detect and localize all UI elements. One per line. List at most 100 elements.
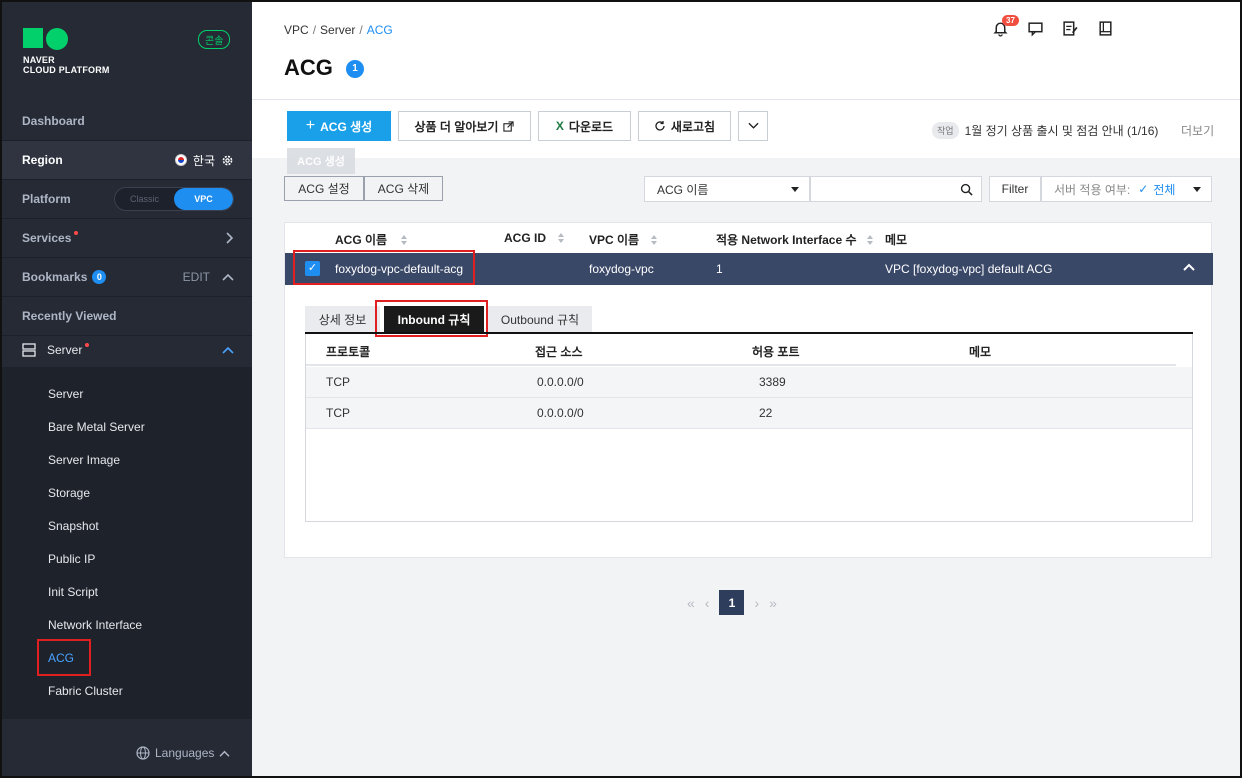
search-icon[interactable] — [960, 183, 973, 196]
acg-settings-button[interactable]: ACG 설정 — [284, 176, 364, 201]
sidebar-group-server[interactable]: Server — [2, 330, 252, 369]
sidebar-item-dashboard[interactable]: Dashboard — [2, 102, 252, 141]
page-number-current[interactable]: 1 — [719, 590, 745, 615]
caret-down-icon — [791, 187, 799, 192]
download-label: 다운로드 — [568, 119, 614, 134]
sidebar-item-bare-metal-server[interactable]: Bare Metal Server — [48, 420, 145, 434]
breadcrumb-vpc[interactable]: VPC — [284, 23, 309, 37]
learn-more-button[interactable]: 상품 더 알아보기 — [398, 111, 531, 141]
sidebar-item-public-ip[interactable]: Public IP — [48, 552, 95, 566]
column-label: 메모 — [885, 233, 908, 247]
refresh-button[interactable]: 새로고침 — [638, 111, 731, 141]
sidebar-item-network-interface[interactable]: Network Interface — [48, 618, 142, 632]
server-group-label: Server — [47, 342, 83, 357]
sidebar-item-services[interactable]: Services — [2, 219, 252, 258]
pagination: « ‹ 1 › » — [687, 590, 777, 615]
sidebar-item-server[interactable]: Server — [48, 387, 83, 401]
sort-icon — [401, 234, 408, 245]
learn-more-label: 상품 더 알아보기 — [414, 119, 499, 134]
rule-protocol: TCP — [326, 375, 350, 389]
chevron-up-icon — [219, 750, 230, 757]
notice-text: 1월 정기 상품 출시 및 점검 안내 (1/16) — [964, 124, 1159, 138]
check-icon: ✓ — [1138, 182, 1149, 196]
notification-button[interactable]: 37 — [992, 15, 1019, 37]
breadcrumb-acg[interactable]: ACG — [367, 23, 393, 37]
column-ni-count[interactable]: 적용 Network Interface 수 — [716, 231, 874, 248]
rule-port: 22 — [759, 406, 773, 420]
platform-toggle[interactable]: Classic VPC — [114, 187, 234, 211]
main-content: VPC / Server / ACG ACG 1 37 + ACG 생성 상품 … — [252, 2, 1240, 776]
download-button[interactable]: X 다운로드 — [538, 111, 631, 141]
page-header: VPC / Server / ACG ACG 1 37 — [252, 2, 1240, 100]
sidebar-item-server-image[interactable]: Server Image — [48, 453, 120, 467]
server-applied-label: 서버 적용 여부: — [1054, 182, 1131, 197]
column-acg-id[interactable]: ACG ID — [504, 231, 565, 245]
first-page-icon[interactable]: « — [687, 595, 695, 611]
korea-flag-icon — [174, 154, 187, 166]
sidebar-item-init-script[interactable]: Init Script — [48, 585, 98, 599]
guide-button[interactable] — [1097, 20, 1114, 37]
globe-icon — [136, 746, 150, 760]
notice-more-link[interactable]: 더보기 — [1181, 122, 1214, 139]
naver-cloud-logo[interactable]: NAVER CLOUD PLATFORM — [23, 28, 110, 75]
logo-line1: NAVER — [23, 55, 55, 65]
filter-row: ACG 설정 ACG 삭제 ACG 이름 Filter 서버 적용 여부: ✓ … — [284, 176, 1212, 202]
memo-button[interactable] — [1062, 20, 1079, 37]
search-field-select[interactable]: ACG 이름 — [644, 176, 810, 202]
column-acg-name[interactable]: ACG 이름 — [335, 231, 408, 248]
server-icon — [22, 342, 36, 357]
chevron-down-icon — [747, 122, 759, 129]
next-page-icon[interactable]: › — [754, 595, 759, 611]
table-row: TCP 0.0.0.0/0 22 — [306, 398, 1192, 429]
search-input[interactable] — [810, 176, 982, 202]
sidebar-item-region[interactable]: Region 한국 — [2, 141, 252, 180]
sidebar-item-storage[interactable]: Storage — [48, 486, 90, 500]
chevron-up-icon[interactable] — [1183, 262, 1195, 272]
highlight-box-row — [293, 250, 475, 285]
last-page-icon[interactable]: » — [769, 595, 777, 611]
prev-page-icon[interactable]: ‹ — [705, 595, 710, 611]
table-header: ACG 이름 ACG ID VPC 이름 적용 Network Interfac… — [285, 223, 1213, 253]
sort-icon — [651, 234, 658, 245]
column-vpc-name[interactable]: VPC 이름 — [589, 231, 658, 248]
sort-icon — [866, 234, 874, 245]
acg-delete-button[interactable]: ACG 삭제 — [364, 176, 443, 201]
vpc-name-cell: foxydog-vpc — [589, 262, 654, 276]
chevron-up-icon[interactable] — [222, 345, 234, 355]
server-applied-select[interactable]: 서버 적용 여부: ✓ 전체 — [1041, 176, 1212, 202]
column-memo: 메모 — [885, 231, 907, 248]
more-actions-dropdown[interactable] — [738, 111, 768, 141]
chevron-up-icon[interactable] — [222, 272, 234, 282]
excel-icon: X — [555, 119, 564, 133]
tab-outbound-rules[interactable]: Outbound 규칙 — [488, 306, 592, 332]
bookmarks-edit-link[interactable]: EDIT — [183, 270, 210, 284]
breadcrumb-server[interactable]: Server — [320, 23, 355, 37]
gear-icon[interactable] — [221, 154, 234, 167]
platform-option-vpc[interactable]: VPC — [174, 188, 233, 210]
sidebar-item-snapshot[interactable]: Snapshot — [48, 519, 99, 533]
inbound-rules-table: 프로토콜 접근 소스 허용 포트 메모 TCP 0.0.0.0/0 3389 T… — [305, 334, 1193, 522]
bookmarks-label: Bookmarks — [22, 270, 88, 284]
tab-detail-info[interactable]: 상세 정보 — [305, 306, 380, 332]
filter-label: Filter — [1001, 182, 1029, 196]
title-count-badge: 1 — [346, 60, 364, 78]
rule-column-memo: 메모 — [969, 345, 992, 359]
chat-button[interactable] — [1027, 20, 1044, 37]
page-title: ACG — [284, 55, 333, 80]
console-badge[interactable]: 콘솔 — [198, 30, 231, 49]
server-applied-value: 전체 — [1153, 182, 1176, 197]
languages-button[interactable]: Languages — [136, 746, 230, 760]
bookmarks-count-badge: 0 — [92, 270, 107, 284]
sidebar-item-fabric-cluster[interactable]: Fabric Cluster — [48, 684, 123, 698]
notification-count-badge: 37 — [1002, 15, 1019, 26]
filter-button[interactable]: Filter — [989, 176, 1041, 202]
platform-option-classic[interactable]: Classic — [115, 188, 174, 210]
refresh-icon — [655, 121, 665, 131]
sidebar-item-bookmarks[interactable]: Bookmarks 0 EDIT — [2, 258, 252, 297]
logo-line2: CLOUD PLATFORM — [23, 65, 110, 75]
notice-banner[interactable]: 작업 1월 정기 상품 출시 및 점검 안내 (1/16) — [932, 122, 1158, 139]
header-icons: 37 — [992, 15, 1114, 37]
languages-label: Languages — [155, 746, 215, 760]
external-link-icon — [503, 120, 515, 132]
create-acg-button[interactable]: + ACG 생성 — [287, 111, 391, 141]
